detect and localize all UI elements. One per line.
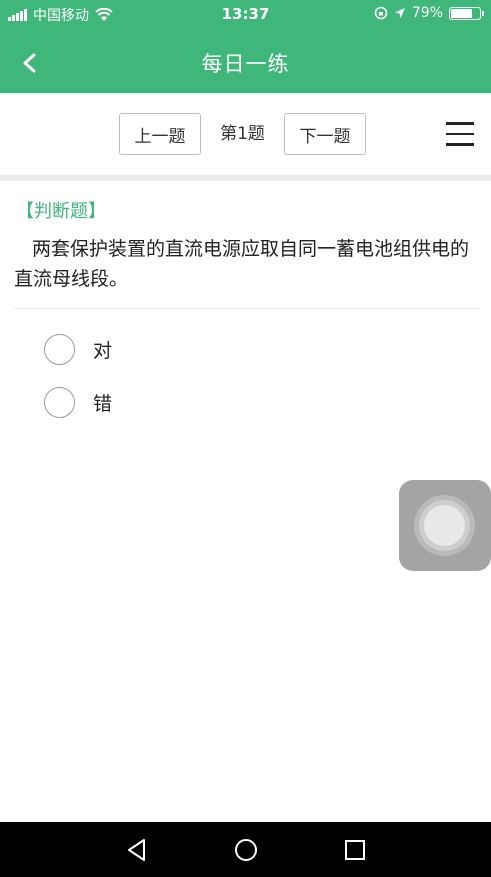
back-triangle-icon[interactable]: [123, 836, 151, 864]
option-label: 错: [93, 392, 113, 415]
radio-button[interactable]: [44, 386, 75, 418]
question-type-label: 【判断题】: [16, 201, 106, 222]
option-true[interactable]: 对: [44, 332, 112, 366]
battery-percent: 79%: [411, 5, 443, 21]
prev-question-button[interactable]: 上一题: [119, 113, 201, 155]
section-divider: [0, 175, 491, 181]
assistive-ring-core: [424, 505, 465, 546]
question-nav: 上一题 第1题 下一题: [0, 93, 491, 175]
location-icon: [394, 8, 405, 18]
system-navigation-bar: [0, 822, 491, 877]
recents-square-icon[interactable]: [341, 836, 369, 864]
lock-rotation-icon: [374, 6, 388, 20]
floating-assistive-button[interactable]: [399, 480, 491, 571]
battery-icon: [449, 6, 484, 20]
question-divider: [14, 308, 480, 309]
home-circle-icon[interactable]: [232, 836, 260, 864]
option-false[interactable]: 错: [44, 385, 112, 419]
question-text: 两套保护装置的直流电源应取自同一蓄电池组供电的直流母线段。: [14, 238, 470, 290]
next-question-button[interactable]: 下一题: [284, 113, 366, 155]
status-bar: 中国移动 13:37 79%: [0, 0, 491, 28]
status-right: 79%: [374, 5, 484, 21]
question-number: 第1题: [220, 124, 265, 144]
page-title: 每日一练: [201, 52, 290, 76]
title-bar: 每日一练: [0, 28, 491, 93]
radio-button[interactable]: [44, 333, 75, 365]
app-header: 中国移动 13:37 79% 每日一练: [0, 0, 491, 93]
hamburger-menu-icon[interactable]: [446, 122, 474, 146]
option-label: 对: [93, 339, 113, 362]
